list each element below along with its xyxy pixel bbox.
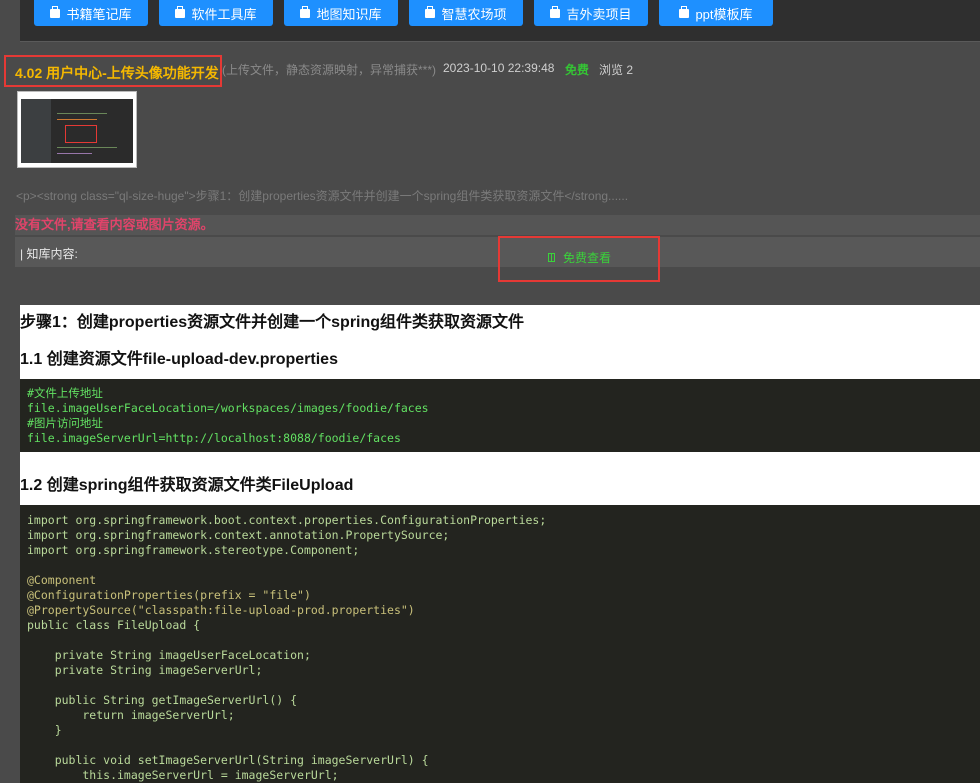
nav-button-label: ppt模板库 (695, 6, 753, 22)
code-line: } (27, 723, 62, 737)
code-line: file.imageServerUrl=http://localhost:808… (27, 431, 401, 445)
code-line: import org.springframework.context.annot… (27, 528, 450, 542)
nav-button-label: 地图知识库 (316, 6, 382, 22)
code-line: import org.springframework.stereotype.Co… (27, 543, 360, 557)
view-count: 浏览 2 (599, 63, 634, 77)
code-line: @PropertySource("classpath:file-upload-p… (27, 603, 415, 617)
code-line: #图片访问地址 (27, 416, 103, 430)
article-thumbnail[interactable] (17, 91, 137, 168)
free-view-label: 免费查看 (563, 251, 612, 265)
nav-button-takeout-project[interactable]: 吉外卖项目 (534, 0, 648, 26)
code-line: file.imageUserFaceLocation=/workspaces/i… (27, 401, 429, 415)
article-subtitle: (上传文件，静态资源映射，异常捕获***) (222, 63, 437, 77)
nav-button-map-knowledge[interactable]: 地图知识库 (284, 0, 398, 26)
nav-button-software-tools[interactable]: 软件工具库 (159, 0, 273, 26)
briefcase-icon (425, 5, 436, 18)
code-line: private String imageServerUrl; (27, 663, 263, 677)
code-block-properties: #文件上传地址 file.imageUserFaceLocation=/work… (20, 379, 980, 452)
article-title[interactable]: 4.02 用户中心-上传头像功能开发 (15, 63, 219, 83)
code-line: @Component (27, 573, 97, 587)
briefcase-icon (175, 5, 186, 18)
section-heading-1-1: 1.1 创建资源文件file-upload-dev.properties (20, 351, 338, 368)
top-nav-bar: 书籍笔记库 软件工具库 地图知识库 智慧农场项 吉外卖项目 ppt模板库 (20, 0, 980, 42)
briefcase-icon (50, 5, 61, 18)
price-badge: 免费 (565, 63, 590, 77)
briefcase-icon (300, 5, 311, 18)
briefcase-icon (679, 5, 690, 18)
code-line: public String getImageServerUrl() { (27, 693, 298, 707)
step1-heading: 步骤1：创建properties资源文件并创建一个spring组件类获取资源文件 (20, 314, 525, 331)
nav-button-ppt-templates[interactable]: ppt模板库 (659, 0, 773, 26)
code-line: return imageServerUrl; (27, 708, 235, 722)
briefcase-icon (550, 5, 561, 18)
section-heading-1-2: 1.2 创建spring组件获取资源文件类FileUpload (20, 477, 354, 494)
nav-button-label: 书籍笔记库 (66, 6, 132, 22)
article-title-highlight[interactable]: 4.02 用户中心-上传头像功能开发 (4, 55, 222, 87)
code-line: public void setImageServerUrl(String ima… (27, 753, 429, 767)
code-line: private String imageUserFaceLocation; (27, 648, 311, 662)
nav-button-smart-farm[interactable]: 智慧农场项 (409, 0, 523, 26)
no-file-notice: 没有文件,请查看内容或图片资源。 (15, 215, 980, 235)
nav-button-book-notes[interactable]: 书籍笔记库 (34, 0, 148, 26)
code-line: import org.springframework.boot.context.… (27, 513, 547, 527)
thumbnail-screenshot (21, 99, 133, 163)
free-view-button[interactable]: 免费查看 (498, 236, 660, 282)
code-line: @ConfigurationProperties(prefix = "file"… (27, 588, 311, 602)
article-excerpt: <p><strong class="ql-size-huge">步骤1：创建pr… (16, 189, 629, 203)
knowledge-label: | 知库内容: (20, 247, 78, 261)
code-line: public class FileUpload { (27, 618, 201, 632)
code-line: this.imageServerUrl = imageServerUrl; (27, 768, 339, 782)
nav-button-label: 吉外卖项目 (566, 6, 632, 22)
nav-button-label: 软件工具库 (191, 6, 257, 22)
code-block-java: import org.springframework.boot.context.… (20, 505, 980, 783)
article-content: 步骤1：创建properties资源文件并创建一个spring组件类获取资源文件… (20, 305, 980, 783)
book-icon (548, 253, 555, 262)
article-date: 2023-10-10 22:39:48 (443, 61, 555, 75)
nav-button-label: 智慧农场项 (441, 6, 507, 22)
code-line: #文件上传地址 (27, 386, 103, 400)
